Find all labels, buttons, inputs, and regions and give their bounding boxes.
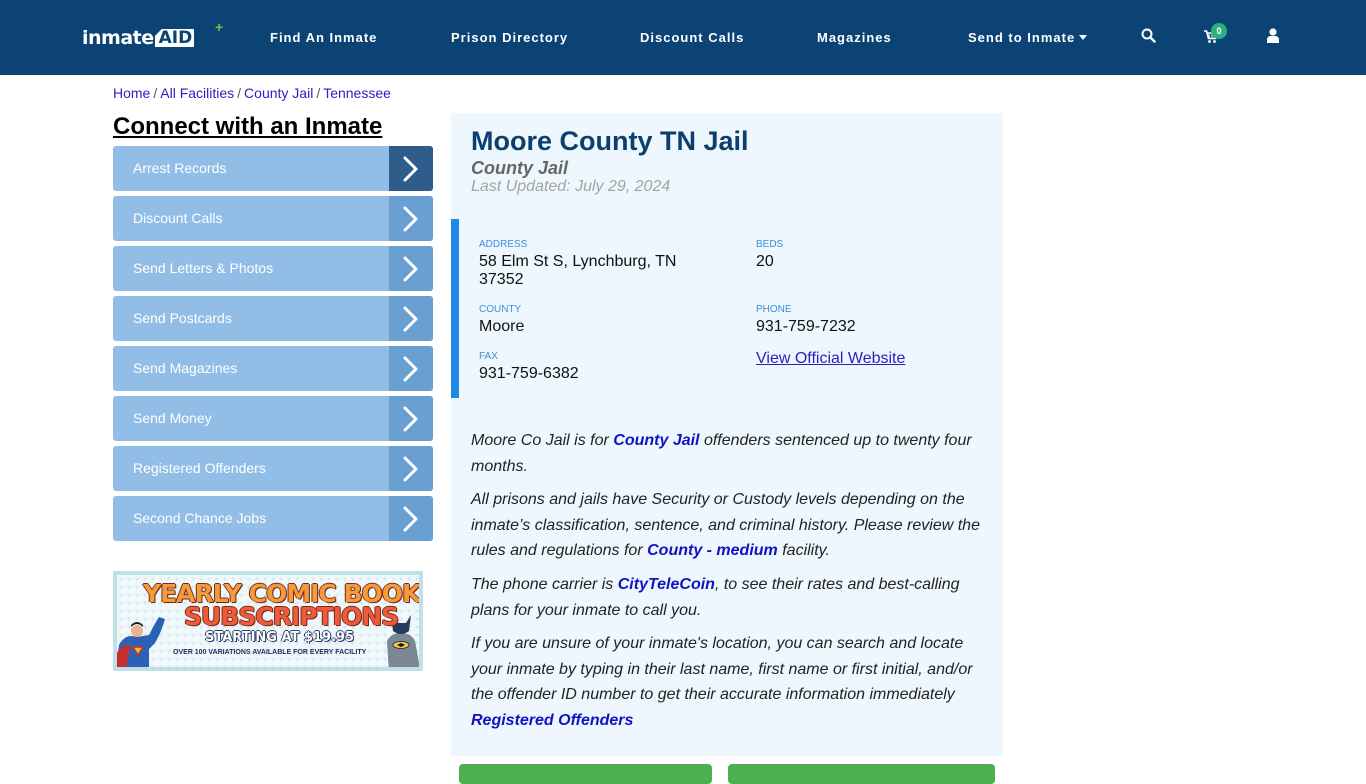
- sidebar-item-label: Send Postcards: [133, 310, 232, 326]
- sidebar-item-label: Second Chance Jobs: [133, 510, 267, 526]
- registered-offenders-link[interactable]: Registered Offenders: [471, 712, 633, 729]
- breadcrumb: Home / All Facilities / County Jail / Tennesse…: [113, 85, 391, 101]
- sidebar-item-label: Send Money: [133, 410, 212, 426]
- green-action-button-right[interactable]: [728, 764, 995, 784]
- address-label: ADDRESS: [479, 239, 528, 250]
- nav-label: Magazines: [817, 30, 892, 45]
- county-medium-link[interactable]: County - medium: [647, 542, 778, 559]
- chevron-right-icon: [389, 296, 433, 341]
- description-paragraph: All prisons and jails have Security or C…: [471, 487, 986, 564]
- breadcrumb-county-jail[interactable]: County Jail: [244, 85, 313, 101]
- address-value-line1: 58 Elm St S, Lynchburg, TN: [479, 253, 677, 270]
- sidebar-item-second-chance-jobs[interactable]: Second Chance Jobs: [113, 496, 433, 541]
- sidebar-item-label: Registered Offenders: [133, 460, 266, 476]
- sidebar-item-label: Send Magazines: [133, 360, 238, 376]
- chevron-right-icon: [389, 346, 433, 391]
- text: If you are unsure of your inmate's locat…: [471, 635, 973, 704]
- sidebar-item-arrest-records[interactable]: Arrest Records: [113, 146, 433, 191]
- chevron-right-icon: [389, 196, 433, 241]
- breadcrumb-separator: /: [237, 85, 242, 101]
- comic-book-subscription-ad[interactable]: YEARLY COMIC BOOK SUBSCRIPTIONS STARTING…: [113, 571, 423, 671]
- facility-info-block: ADDRESS 58 Elm St S, Lynchburg, TN 37352…: [451, 219, 1003, 398]
- sidebar-item-send-postcards[interactable]: Send Postcards: [113, 296, 433, 341]
- text: facility.: [777, 542, 830, 560]
- facility-card: Moore County TN Jail County Jail Last Up…: [451, 113, 1003, 756]
- phone-field: PHONE 931-759-7232: [756, 304, 856, 336]
- logo-accent: AID: [154, 29, 195, 47]
- sidebar-menu: Arrest Records Discount Calls Send Lette…: [113, 146, 433, 546]
- nav-send-to-inmate[interactable]: Send to Inmate: [968, 30, 1088, 45]
- fax-value: 931-759-6382: [479, 365, 579, 382]
- phone-label: PHONE: [756, 304, 792, 315]
- nav-label: Find An Inmate: [270, 30, 378, 45]
- caret-down-icon: [1079, 35, 1088, 40]
- fax-label: FAX: [479, 351, 498, 362]
- county-label: COUNTY: [479, 304, 522, 315]
- cart-count-badge: 0: [1211, 23, 1227, 39]
- description-paragraph: Moore Co Jail is for County Jail offende…: [471, 428, 986, 479]
- last-updated-text: Last Updated: July 29, 2024: [471, 178, 671, 195]
- fax-field: FAX 931-759-6382: [479, 351, 579, 383]
- view-official-website-link[interactable]: View Official Website: [756, 350, 905, 368]
- sidebar-item-send-magazines[interactable]: Send Magazines: [113, 346, 433, 391]
- logo-text: inmate: [82, 27, 154, 49]
- top-navbar: inmate AID + Find An Inmate Prison Direc…: [0, 0, 1366, 75]
- address-field: ADDRESS 58 Elm St S, Lynchburg, TN 37352: [479, 239, 719, 289]
- nav-prison-directory[interactable]: Prison Directory: [451, 30, 568, 45]
- chevron-right-icon: [389, 396, 433, 441]
- sidebar-item-label: Arrest Records: [133, 160, 227, 176]
- chevron-right-icon: [389, 446, 433, 491]
- sidebar-item-discount-calls[interactable]: Discount Calls: [113, 196, 433, 241]
- nav-label: Send to Inmate: [968, 30, 1076, 45]
- sidebar-item-registered-offenders[interactable]: Registered Offenders: [113, 446, 433, 491]
- description-paragraph: If you are unsure of your inmate's locat…: [471, 631, 986, 733]
- nav-discount-calls[interactable]: Discount Calls: [640, 30, 744, 45]
- breadcrumb-separator: /: [153, 85, 158, 101]
- chevron-right-icon: [389, 246, 433, 291]
- sidebar-item-label: Discount Calls: [133, 210, 223, 226]
- county-field: COUNTY Moore: [479, 304, 524, 336]
- nav-find-an-inmate[interactable]: Find An Inmate: [270, 30, 377, 45]
- ad-headline-line2: SUBSCRIPTIONS: [184, 602, 399, 631]
- facility-type: County Jail: [471, 158, 569, 178]
- county-jail-link[interactable]: County Jail: [613, 432, 699, 449]
- ad-price-text: STARTING AT $19.95: [205, 630, 355, 645]
- sidebar-item-label: Send Letters & Photos: [133, 260, 274, 276]
- search-icon[interactable]: [1141, 28, 1156, 48]
- breadcrumb-all-facilities[interactable]: All Facilities: [160, 85, 234, 101]
- county-value: Moore: [479, 318, 525, 335]
- sidebar-item-send-letters-photos[interactable]: Send Letters & Photos: [113, 246, 433, 291]
- citytelecoin-link[interactable]: CityTeleCoin: [618, 576, 715, 593]
- sidebar-item-send-money[interactable]: Send Money: [113, 396, 433, 441]
- address-value-line2: 37352: [479, 271, 524, 288]
- beds-field: BEDS 20: [756, 239, 783, 271]
- description-paragraph: The phone carrier is CityTeleCoin, to se…: [471, 572, 986, 623]
- breadcrumb-home[interactable]: Home: [113, 85, 150, 101]
- chevron-right-icon: [389, 496, 433, 541]
- nav-label: Discount Calls: [640, 30, 745, 45]
- breadcrumb-tennessee[interactable]: Tennessee: [323, 85, 391, 101]
- inmateaid-logo[interactable]: inmate AID +: [82, 20, 223, 50]
- ad-subtext: OVER 100 VARIATIONS AVAILABLE FOR EVERY …: [173, 649, 367, 656]
- text: The phone carrier is: [471, 575, 618, 593]
- nav-label: Prison Directory: [451, 30, 569, 45]
- phone-value: 931-759-7232: [756, 318, 856, 335]
- logo-plus-icon: +: [215, 19, 224, 35]
- user-icon[interactable]: [1267, 28, 1279, 48]
- connect-with-inmate-heading: Connect with an Inmate: [113, 113, 383, 140]
- chevron-right-icon: [389, 146, 433, 191]
- text: Moore Co Jail is for: [471, 432, 614, 449]
- facility-title: Moore County TN Jail: [471, 126, 749, 156]
- beds-value: 20: [756, 253, 774, 270]
- superhero-left-image: [117, 617, 165, 667]
- nav-magazines[interactable]: Magazines: [817, 30, 892, 45]
- beds-label: BEDS: [756, 239, 784, 250]
- breadcrumb-separator: /: [316, 85, 321, 101]
- facility-description: Moore Co Jail is for County Jail offende…: [471, 428, 986, 742]
- green-action-button-left[interactable]: [459, 764, 712, 784]
